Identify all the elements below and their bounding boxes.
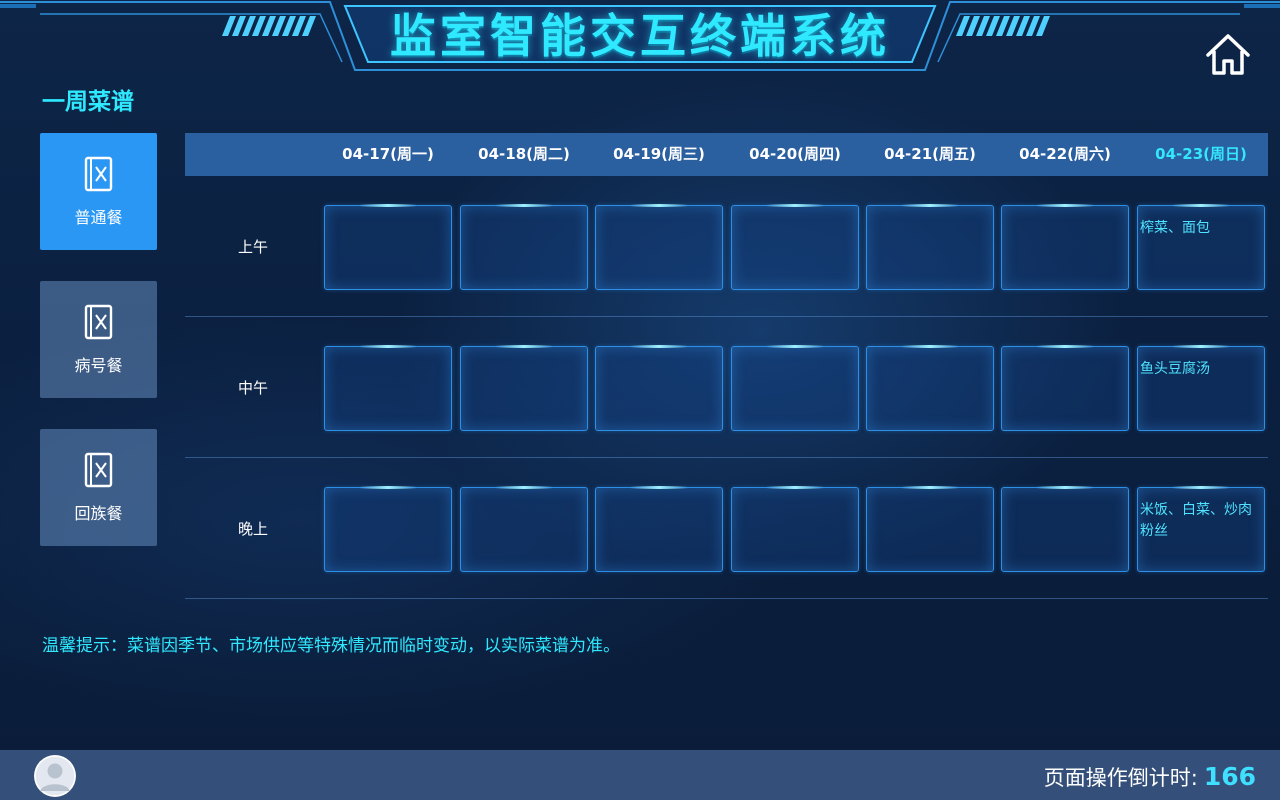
home-button[interactable] — [1202, 28, 1254, 80]
meal-cell[interactable] — [731, 486, 859, 572]
home-icon — [1206, 34, 1250, 75]
table-row-evening: 晚上 米饭、白菜、炒肉粉丝 — [185, 458, 1268, 599]
table-header: 04-17(周一) 04-18(周二) 04-19(周三) 04-20(周四) … — [185, 133, 1268, 176]
screen: 监室智能交互终端系统 一周菜谱 普通餐 病号餐 回族餐 04-17(周一) 04… — [0, 0, 1280, 800]
meal-text: 米饭、白菜、炒肉粉丝 — [1140, 502, 1252, 539]
countdown-timer: 页面操作倒计时: 166 — [1044, 750, 1256, 800]
meal-cell[interactable] — [866, 204, 994, 290]
meal-cell[interactable] — [460, 486, 588, 572]
menu-book-icon — [84, 304, 112, 339]
day-header-today: 04-23(周日) — [1155, 145, 1247, 163]
user-silhouette-icon — [34, 755, 76, 797]
footer-bar: 页面操作倒计时: 166 — [0, 750, 1280, 800]
meal-cell[interactable] — [731, 345, 859, 431]
meal-cell[interactable] — [1001, 204, 1129, 290]
notice-text: 温馨提示：菜谱因季节、市场供应等特殊情况而临时变动，以实际菜谱为准。 — [42, 636, 620, 656]
meal-cell[interactable] — [324, 486, 452, 572]
menu-item-label: 普通餐 — [74, 207, 123, 227]
row-label: 晚上 — [237, 520, 268, 538]
row-label: 中午 — [237, 379, 268, 397]
meal-cell[interactable]: 榨菜、面包 — [1137, 204, 1265, 290]
table-row-morning: 上午 榨菜、面包 — [185, 176, 1268, 317]
user-avatar-icon[interactable] — [34, 755, 76, 797]
menu-book-icon — [84, 452, 112, 487]
day-header: 04-21(周五) — [884, 145, 976, 163]
meal-cell[interactable] — [595, 345, 723, 431]
meal-cell[interactable] — [595, 204, 723, 290]
menu-book-icon — [84, 156, 112, 191]
day-header: 04-18(周二) — [478, 145, 570, 163]
meal-text: 榨菜、面包 — [1140, 220, 1210, 236]
day-header: 04-19(周三) — [613, 145, 705, 163]
menu-item-hui-meal[interactable]: 回族餐 — [40, 429, 157, 546]
day-header: 04-22(周六) — [1019, 145, 1111, 163]
meal-cell[interactable]: 鱼头豆腐汤 — [1137, 345, 1265, 431]
countdown-label: 页面操作倒计时: — [1043, 766, 1198, 790]
section-title: 一周菜谱 — [42, 89, 134, 115]
meal-cell[interactable]: 米饭、白菜、炒肉粉丝 — [1137, 486, 1265, 572]
meal-cell[interactable] — [1001, 345, 1129, 431]
menu-item-label: 病号餐 — [74, 355, 123, 375]
meal-cell[interactable] — [731, 204, 859, 290]
day-header: 04-20(周四) — [749, 145, 841, 163]
day-header: 04-17(周一) — [342, 145, 434, 163]
meal-cell[interactable] — [1001, 486, 1129, 572]
table-row-noon: 中午 鱼头豆腐汤 — [185, 317, 1268, 458]
meal-cell[interactable] — [460, 204, 588, 290]
meal-cell[interactable] — [460, 345, 588, 431]
meal-cell[interactable] — [324, 345, 452, 431]
app-title: 监室智能交互终端系统 — [390, 9, 890, 63]
header: 监室智能交互终端系统 — [0, 0, 1280, 80]
menu-item-label: 回族餐 — [74, 503, 123, 523]
weekly-menu-table: 04-17(周一) 04-18(周二) 04-19(周三) 04-20(周四) … — [185, 133, 1268, 603]
meal-cell[interactable] — [595, 486, 723, 572]
menu-item-regular-meal[interactable]: 普通餐 — [40, 133, 157, 250]
meal-text: 鱼头豆腐汤 — [1140, 361, 1210, 377]
countdown-value: 166 — [1203, 762, 1256, 791]
meal-cell[interactable] — [866, 345, 994, 431]
meal-cell[interactable] — [866, 486, 994, 572]
menu-item-sick-meal[interactable]: 病号餐 — [40, 281, 157, 398]
meal-cell[interactable] — [324, 204, 452, 290]
row-label: 上午 — [237, 238, 268, 256]
